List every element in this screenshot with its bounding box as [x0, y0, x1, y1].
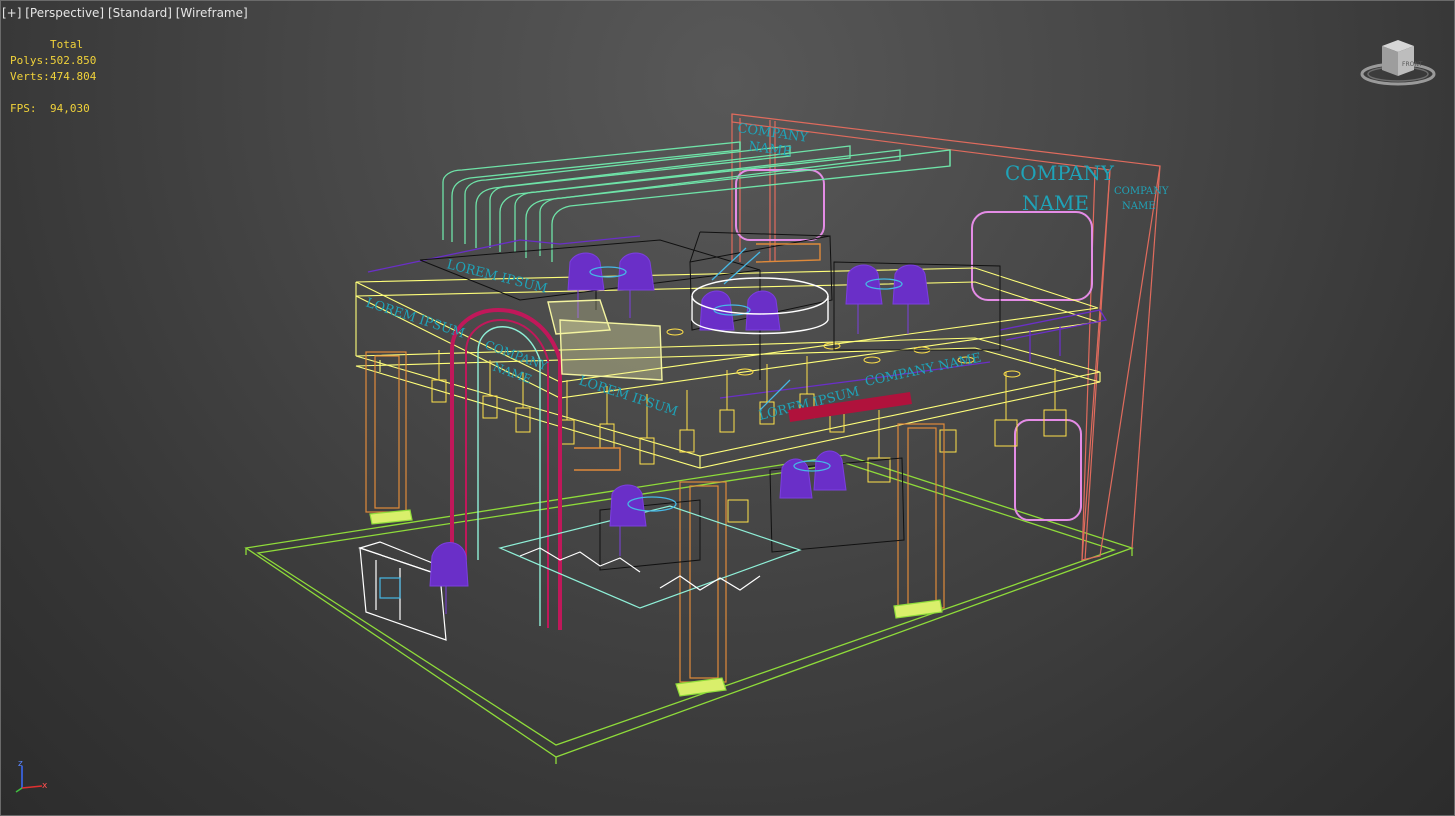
axis-z-label: z	[18, 759, 23, 769]
rug	[498, 505, 802, 609]
back-wall-small-company: COMPANY	[1114, 186, 1169, 197]
viewcube-icon[interactable]: FRONT	[1360, 36, 1436, 90]
back-wall-company: COMPANY	[1005, 161, 1115, 185]
viewport-label-menu: [+] [Perspective] [Standard] [Wireframe]	[2, 6, 248, 20]
stats-polys-label: Polys:	[10, 54, 50, 67]
stats-verts-label: Verts:	[10, 70, 50, 83]
back-wall-small-name: NAME	[1122, 201, 1156, 212]
stats-fps-label: FPS:	[10, 102, 37, 115]
stats-fps-value: 94,030	[50, 102, 90, 115]
viewport-shading-mode[interactable]: [Wireframe]	[176, 6, 248, 20]
viewport-menu-plus[interactable]: [+]	[2, 6, 21, 20]
viewport-point-of-view[interactable]: [Perspective]	[25, 6, 104, 20]
lorem-sign-3: LOREM IPSUM	[577, 374, 680, 420]
back-wall-name: NAME	[1022, 191, 1089, 215]
wireframe-scene[interactable]: COMPANY NAME COMPANY NAME COMPANY NAME L…	[0, 0, 1455, 816]
axis-x-label: x	[42, 781, 48, 791]
stats-polys-value: 502.850	[50, 54, 97, 67]
lorem-sign-2: LOREM IPSUM	[364, 296, 467, 342]
viewport-shading-standard[interactable]: [Standard]	[108, 6, 172, 20]
stats-header: Total	[50, 38, 84, 51]
viewcube-label: FRONT	[1402, 61, 1423, 68]
front-company-sign: COMPANY NAME	[864, 351, 983, 390]
axis-tripod-icon: z x	[15, 759, 48, 793]
stats-verts-value: 474.804	[50, 70, 97, 83]
